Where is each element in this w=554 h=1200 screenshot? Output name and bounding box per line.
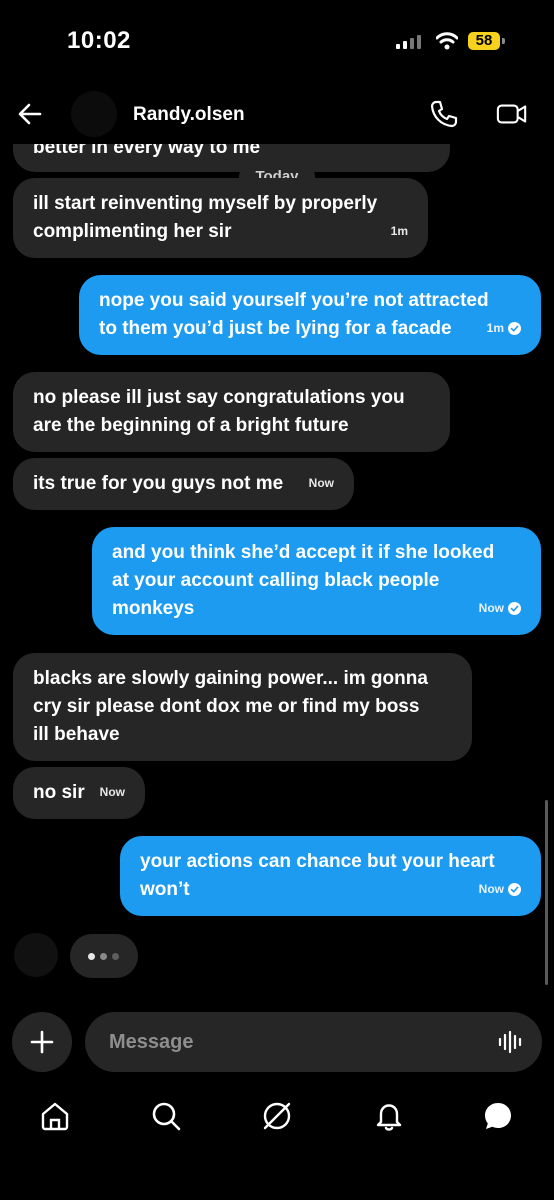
scrollbar[interactable] <box>545 800 548 985</box>
messages-bubble-icon[interactable] <box>482 1100 514 1132</box>
message-text: blacks are slowly gaining power... im go… <box>33 668 428 745</box>
message-outgoing[interactable]: your actions can chance but your heart w… <box>120 836 541 916</box>
message-timestamp: 1m <box>390 224 408 238</box>
notifications-bell-icon[interactable] <box>373 1100 405 1132</box>
home-icon[interactable] <box>39 1100 71 1132</box>
battery-icon: 58 <box>468 32 506 50</box>
typing-indicator <box>70 934 138 978</box>
video-camera-icon[interactable] <box>496 98 528 130</box>
message-text: and you think she’d accept it if she loo… <box>112 542 495 619</box>
message-input[interactable] <box>107 1030 471 1055</box>
message-incoming[interactable]: its true for you guys not me Now <box>13 458 354 510</box>
timestamp-text: 1m <box>486 321 504 335</box>
message-text: your actions can chance but your heart w… <box>140 851 495 900</box>
message-incoming[interactable]: ill start reinventing myself by properly… <box>13 178 428 258</box>
voice-waveform-icon[interactable] <box>497 1028 525 1056</box>
chat-header: Randy.olsen <box>0 88 554 144</box>
message-incoming[interactable]: no sir Now <box>13 767 145 819</box>
message-text: nope you said yourself you’re not attrac… <box>99 290 489 339</box>
arrow-left-icon[interactable] <box>16 100 44 128</box>
add-attachment-button[interactable] <box>12 1012 72 1072</box>
typing-contact-avatar <box>14 933 58 977</box>
message-timestamp: Now <box>308 476 334 490</box>
cellular-signal-icon <box>396 35 424 49</box>
phone-icon[interactable] <box>428 98 460 130</box>
message-timestamp: Now <box>99 785 125 799</box>
message-timestamp: 1m <box>487 314 521 342</box>
plus-icon <box>30 1030 54 1054</box>
search-icon[interactable] <box>150 1100 182 1132</box>
timestamp-text: Now <box>478 601 504 615</box>
seen-check-icon <box>508 601 521 615</box>
message-incoming[interactable]: blacks are slowly gaining power... im go… <box>13 653 472 761</box>
wifi-icon <box>436 32 458 50</box>
seen-check-icon <box>508 321 521 335</box>
message-composer <box>85 1012 542 1072</box>
bottom-navigation <box>0 1090 554 1150</box>
seen-check-icon <box>508 882 521 896</box>
contact-username[interactable]: Randy.olsen <box>133 104 245 126</box>
status-time: 10:02 <box>67 27 131 54</box>
contact-avatar[interactable] <box>71 91 117 137</box>
message-timestamp: Now <box>479 594 521 622</box>
message-text: no please ill just say congratulations y… <box>33 387 405 436</box>
message-timestamp: Now <box>479 875 521 903</box>
message-text: its true for you guys not me <box>33 473 284 494</box>
message-text: ill start reinventing myself by properly… <box>33 193 378 242</box>
message-outgoing[interactable]: and you think she’d accept it if she loo… <box>92 527 541 635</box>
explore-icon[interactable] <box>261 1100 293 1132</box>
timestamp-text: Now <box>478 882 504 896</box>
battery-level: 58 <box>468 32 500 50</box>
message-outgoing[interactable]: nope you said yourself you’re not attrac… <box>79 275 541 355</box>
message-incoming[interactable]: no please ill just say congratulations y… <box>13 372 450 452</box>
